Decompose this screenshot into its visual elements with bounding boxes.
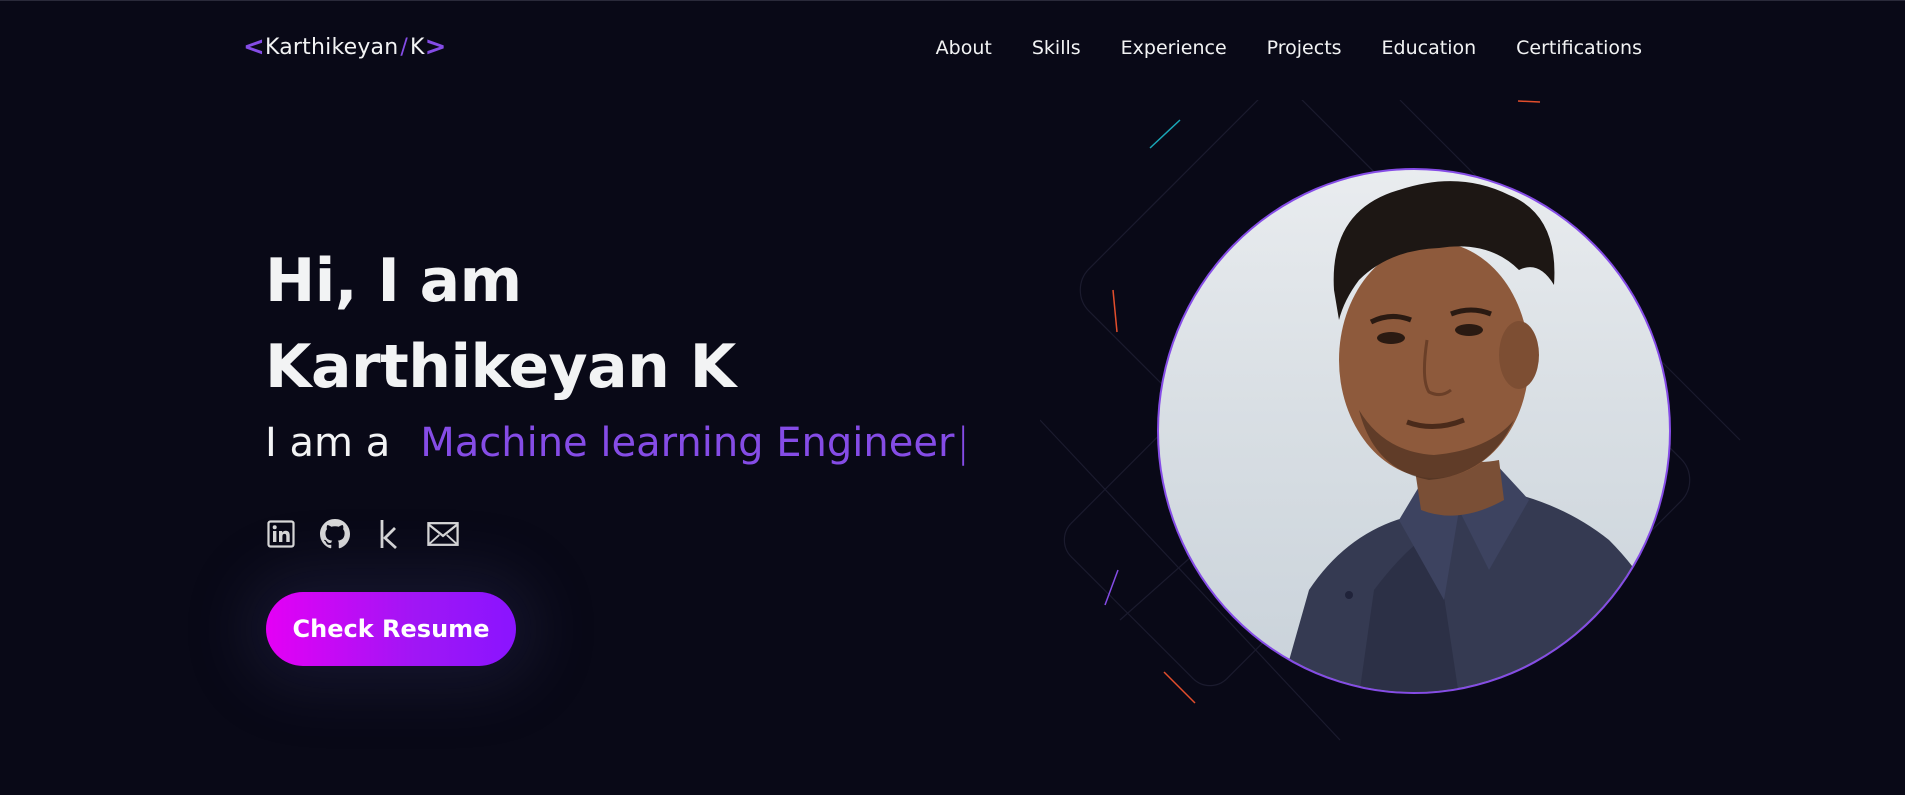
profile-photo bbox=[1157, 168, 1671, 694]
github-icon bbox=[320, 519, 350, 549]
check-resume-button[interactable]: Check Resume bbox=[266, 592, 516, 666]
typewriter-cursor: | bbox=[956, 420, 970, 466]
hero-role-line: I am a Machine learning Engineer | bbox=[265, 420, 970, 466]
kaggle-icon bbox=[380, 520, 397, 550]
hero-greeting: Hi, I am bbox=[265, 246, 522, 316]
email-link[interactable] bbox=[427, 518, 459, 550]
linkedin-icon bbox=[267, 520, 295, 548]
logo-initial: K bbox=[410, 34, 425, 60]
logo-open-bracket: < bbox=[243, 32, 265, 62]
nav-link-education[interactable]: Education bbox=[1382, 37, 1477, 59]
logo-close-bracket: > bbox=[424, 32, 447, 62]
kaggle-link[interactable] bbox=[373, 518, 405, 550]
nav-link-skills[interactable]: Skills bbox=[1032, 37, 1081, 59]
nav-link-about[interactable]: About bbox=[936, 37, 992, 59]
logo-name: Karthikeyan bbox=[265, 34, 399, 60]
nav-link-projects[interactable]: Projects bbox=[1267, 37, 1342, 59]
role-prefix: I am a bbox=[265, 420, 391, 466]
linkedin-link[interactable] bbox=[265, 518, 297, 550]
hero-title: Hi, I am Karthikeyan K bbox=[265, 238, 736, 410]
role-typewriter-text: Machine learning Engineer bbox=[420, 420, 955, 466]
nav-link-experience[interactable]: Experience bbox=[1121, 37, 1227, 59]
nav-link-certifications[interactable]: Certifications bbox=[1516, 37, 1642, 59]
logo-slash: / bbox=[400, 34, 409, 60]
profile-portrait-image bbox=[1280, 181, 1669, 692]
brand-logo[interactable]: < Karthikeyan / K > bbox=[243, 34, 447, 60]
nav-links: About Skills Experience Projects Educati… bbox=[936, 37, 1642, 59]
navbar: < Karthikeyan / K > About Skills Experie… bbox=[0, 0, 1905, 100]
social-links bbox=[265, 518, 459, 550]
mail-icon bbox=[427, 522, 459, 546]
hero-name: Karthikeyan K bbox=[265, 332, 736, 402]
github-link[interactable] bbox=[319, 518, 351, 550]
